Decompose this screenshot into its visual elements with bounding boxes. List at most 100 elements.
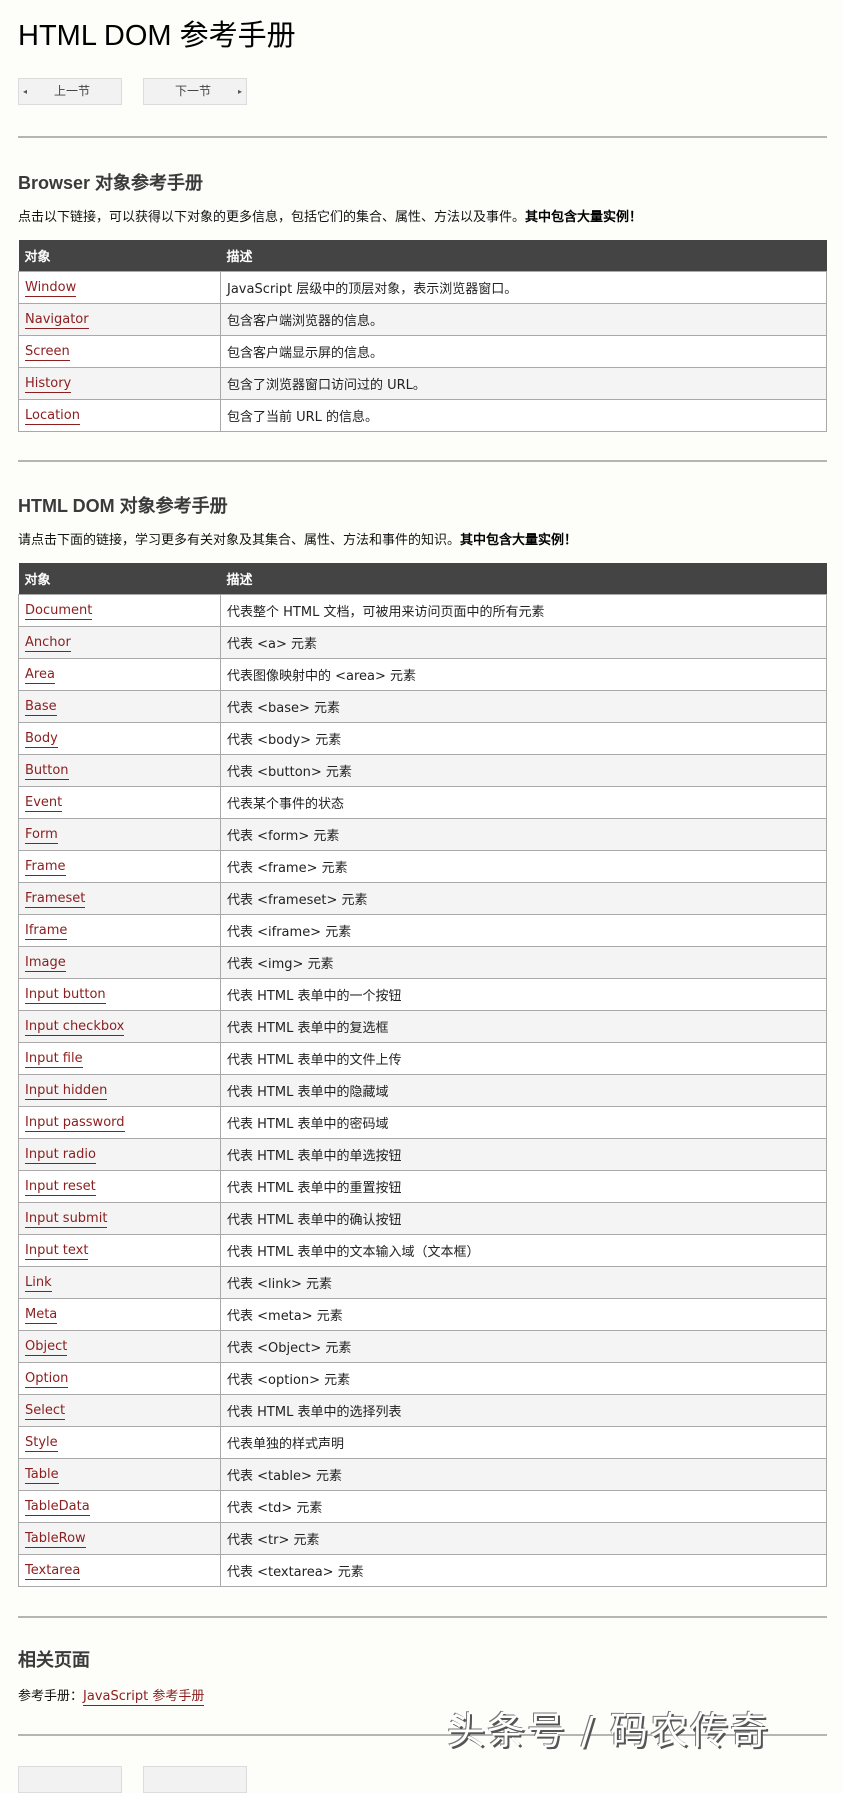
object-cell: Anchor xyxy=(18,625,221,659)
object-link-input-reset[interactable]: Input reset xyxy=(25,1178,96,1196)
object-link-frame[interactable]: Frame xyxy=(25,858,66,876)
object-link-table[interactable]: Table xyxy=(25,1466,59,1484)
object-cell: Style xyxy=(18,1425,221,1459)
object-link-input-checkbox[interactable]: Input checkbox xyxy=(25,1018,125,1036)
description-cell: 代表 HTML 表单中的隐藏域 xyxy=(220,1073,827,1107)
table-row: Button 代表 <button> 元素 xyxy=(18,753,827,787)
table-row: Object 代表 <Object> 元素 xyxy=(18,1329,827,1363)
table-row: Input submit 代表 HTML 表单中的确认按钮 xyxy=(18,1201,827,1235)
description-cell: JavaScript 层级中的顶层对象，表示浏览器窗口。 xyxy=(220,270,827,304)
chevron-right-icon: ▸ xyxy=(237,87,242,96)
description-cell: 代表 HTML 表单中的文件上传 xyxy=(220,1041,827,1075)
object-cell: Select xyxy=(18,1393,221,1427)
object-cell: Input submit xyxy=(18,1201,221,1235)
object-link-input-file[interactable]: Input file xyxy=(25,1050,83,1068)
table-row: Body 代表 <body> 元素 xyxy=(18,721,827,755)
object-link-link[interactable]: Link xyxy=(25,1274,52,1292)
object-cell: Area xyxy=(18,657,221,691)
object-cell: Table xyxy=(18,1457,221,1491)
table-row: Input checkbox 代表 HTML 表单中的复选框 xyxy=(18,1009,827,1043)
object-link-navigator[interactable]: Navigator xyxy=(25,311,89,329)
object-link-tabledata[interactable]: TableData xyxy=(25,1498,90,1516)
object-link-tablerow[interactable]: TableRow xyxy=(25,1530,86,1548)
column-header-description: 描述 xyxy=(220,563,827,594)
object-link-document[interactable]: Document xyxy=(25,602,93,620)
object-cell: Location xyxy=(18,398,221,432)
object-cell: Input button xyxy=(18,977,221,1011)
description-cell: 代表 HTML 表单中的复选框 xyxy=(220,1009,827,1043)
description-cell: 代表 <frameset> 元素 xyxy=(220,881,827,915)
description-cell: 代表 <Object> 元素 xyxy=(220,1329,827,1363)
table-row: Screen 包含客户端显示屏的信息。 xyxy=(18,334,827,368)
table-row: Location 包含了当前 URL 的信息。 xyxy=(18,398,827,432)
next-section-label: 下一节 xyxy=(174,84,211,98)
object-link-location[interactable]: Location xyxy=(25,407,80,425)
object-link-input-radio[interactable]: Input radio xyxy=(25,1146,96,1164)
description-cell: 代表 <body> 元素 xyxy=(220,721,827,755)
object-cell: Form xyxy=(18,817,221,851)
browser-section-heading: Browser 对象参考手册 xyxy=(18,173,204,193)
object-cell: History xyxy=(18,366,221,400)
prev-section-button-bottom[interactable] xyxy=(18,1766,122,1793)
prev-section-button[interactable]: ◂ 上一节 xyxy=(18,78,122,105)
object-cell: Input file xyxy=(18,1041,221,1075)
description-cell: 代表整个 HTML 文档，可被用来访问页面中的所有元素 xyxy=(220,593,827,627)
object-link-screen[interactable]: Screen xyxy=(25,343,70,361)
object-cell: Event xyxy=(18,785,221,819)
object-link-object[interactable]: Object xyxy=(25,1338,68,1356)
table-row: Frameset 代表 <frameset> 元素 xyxy=(18,881,827,915)
object-link-form[interactable]: Form xyxy=(25,826,58,844)
object-cell: Window xyxy=(18,270,221,304)
description-cell: 代表 <table> 元素 xyxy=(220,1457,827,1491)
object-cell: Button xyxy=(18,753,221,787)
object-cell: Navigator xyxy=(18,302,221,336)
table-row: Base 代表 <base> 元素 xyxy=(18,689,827,723)
browser-objects-table: 对象 描述 Window JavaScript 层级中的顶层对象，表示浏览器窗口。… xyxy=(18,240,827,432)
javascript-reference-link[interactable]: JavaScript 参考手册 xyxy=(83,1689,205,1706)
object-link-image[interactable]: Image xyxy=(25,954,66,972)
description-cell: 代表 <base> 元素 xyxy=(220,689,827,723)
object-link-body[interactable]: Body xyxy=(25,730,58,748)
description-cell: 代表 HTML 表单中的确认按钮 xyxy=(220,1201,827,1235)
column-header-object: 对象 xyxy=(18,240,221,271)
description-cell: 代表 <button> 元素 xyxy=(220,753,827,787)
object-link-window[interactable]: Window xyxy=(25,279,77,297)
object-link-anchor[interactable]: Anchor xyxy=(25,634,71,652)
object-link-input-text[interactable]: Input text xyxy=(25,1242,89,1260)
object-link-select[interactable]: Select xyxy=(25,1402,66,1420)
table-row: Input file 代表 HTML 表单中的文件上传 xyxy=(18,1041,827,1075)
object-cell: Option xyxy=(18,1361,221,1395)
object-cell: TableRow xyxy=(18,1521,221,1555)
table-row: Navigator 包含客户端浏览器的信息。 xyxy=(18,302,827,336)
object-link-input-password[interactable]: Input password xyxy=(25,1114,125,1132)
prev-section-label: 上一节 xyxy=(53,84,90,98)
description-cell: 代表 HTML 表单中的选择列表 xyxy=(220,1393,827,1427)
table-row: Image 代表 <img> 元素 xyxy=(18,945,827,979)
description-cell: 代表单独的样式声明 xyxy=(220,1425,827,1459)
object-link-frameset[interactable]: Frameset xyxy=(25,890,86,908)
next-section-button-bottom[interactable] xyxy=(143,1766,247,1793)
table-row: Select 代表 HTML 表单中的选择列表 xyxy=(18,1393,827,1427)
description-cell: 代表 <frame> 元素 xyxy=(220,849,827,883)
table-row: Input radio 代表 HTML 表单中的单选按钮 xyxy=(18,1137,827,1171)
object-link-textarea[interactable]: Textarea xyxy=(25,1562,81,1580)
object-link-input-hidden[interactable]: Input hidden xyxy=(25,1082,108,1100)
intro-bold-text: 其中包含大量实例！ xyxy=(525,210,643,225)
dom-objects-table: 对象 描述 Document 代表整个 HTML 文档，可被用来访问页面中的所有元… xyxy=(18,563,827,1587)
description-cell: 代表 HTML 表单中的密码域 xyxy=(220,1105,827,1139)
object-link-iframe[interactable]: Iframe xyxy=(25,922,68,940)
object-link-meta[interactable]: Meta xyxy=(25,1306,58,1324)
object-link-event[interactable]: Event xyxy=(25,794,63,812)
object-link-history[interactable]: History xyxy=(25,375,72,393)
object-cell: Input checkbox xyxy=(18,1009,221,1043)
object-link-button[interactable]: Button xyxy=(25,762,69,780)
object-link-input-button[interactable]: Input button xyxy=(25,986,106,1004)
object-link-option[interactable]: Option xyxy=(25,1370,69,1388)
chevron-left-icon: ◂ xyxy=(23,87,28,96)
table-row: Style 代表单独的样式声明 xyxy=(18,1425,827,1459)
object-link-base[interactable]: Base xyxy=(25,698,57,716)
object-link-area[interactable]: Area xyxy=(25,666,55,684)
object-link-input-submit[interactable]: Input submit xyxy=(25,1210,108,1228)
object-link-style[interactable]: Style xyxy=(25,1434,58,1452)
next-section-button[interactable]: 下一节 ▸ xyxy=(143,78,247,105)
